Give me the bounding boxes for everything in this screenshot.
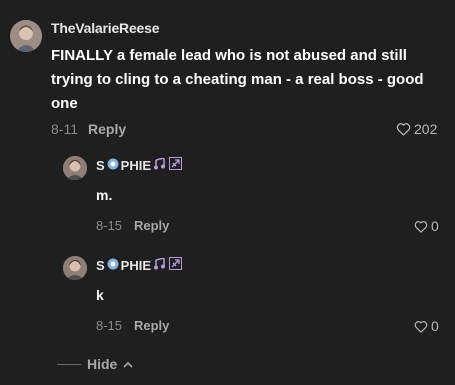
reply-text: k — [96, 287, 104, 303]
heart-icon — [396, 123, 411, 136]
heart-icon — [414, 220, 428, 233]
music-notes-icon — [153, 156, 167, 173]
reply-text: m. — [96, 187, 113, 203]
avatar[interactable] — [10, 20, 42, 52]
comment-text-line: FINALLY a female lead who is not abused … — [51, 47, 407, 64]
hide-replies-button[interactable]: Hide — [57, 356, 133, 372]
like-button[interactable]: 0 — [414, 318, 439, 334]
reply-button[interactable]: Reply — [88, 121, 126, 137]
heart-icon — [414, 320, 428, 333]
like-count: 0 — [431, 218, 439, 234]
divider-line — [57, 363, 81, 365]
blue-circle-icon — [107, 258, 119, 273]
reply-date: 8-15 — [96, 318, 123, 333]
sagittarius-icon — [169, 157, 183, 173]
like-count: 0 — [431, 318, 439, 334]
reply-button[interactable]: Reply — [134, 318, 169, 333]
reply-username[interactable]: S PHIE — [96, 256, 183, 273]
comment-text: FINALLY a female lead who is not abused … — [51, 44, 424, 116]
chevron-up-icon — [123, 361, 133, 368]
hide-label: Hide — [87, 356, 118, 372]
music-notes-icon — [153, 256, 167, 273]
reply-date: 8-15 — [96, 218, 123, 233]
comment-text-line: trying to cling to a cheating man - a re… — [51, 71, 424, 88]
blue-circle-icon — [107, 158, 119, 173]
like-button[interactable]: 0 — [414, 218, 439, 234]
avatar[interactable] — [63, 156, 87, 180]
reply-username[interactable]: S PHIE — [96, 156, 183, 173]
like-button[interactable]: 202 — [396, 121, 437, 137]
comment-username[interactable]: TheValarieReese — [51, 20, 159, 36]
avatar[interactable] — [63, 256, 87, 280]
reply-button[interactable]: Reply — [134, 218, 169, 233]
comment-text-line: one — [51, 95, 78, 112]
like-count: 202 — [414, 121, 438, 137]
comment-date: 8-11 — [51, 121, 78, 137]
sagittarius-icon — [169, 257, 183, 273]
